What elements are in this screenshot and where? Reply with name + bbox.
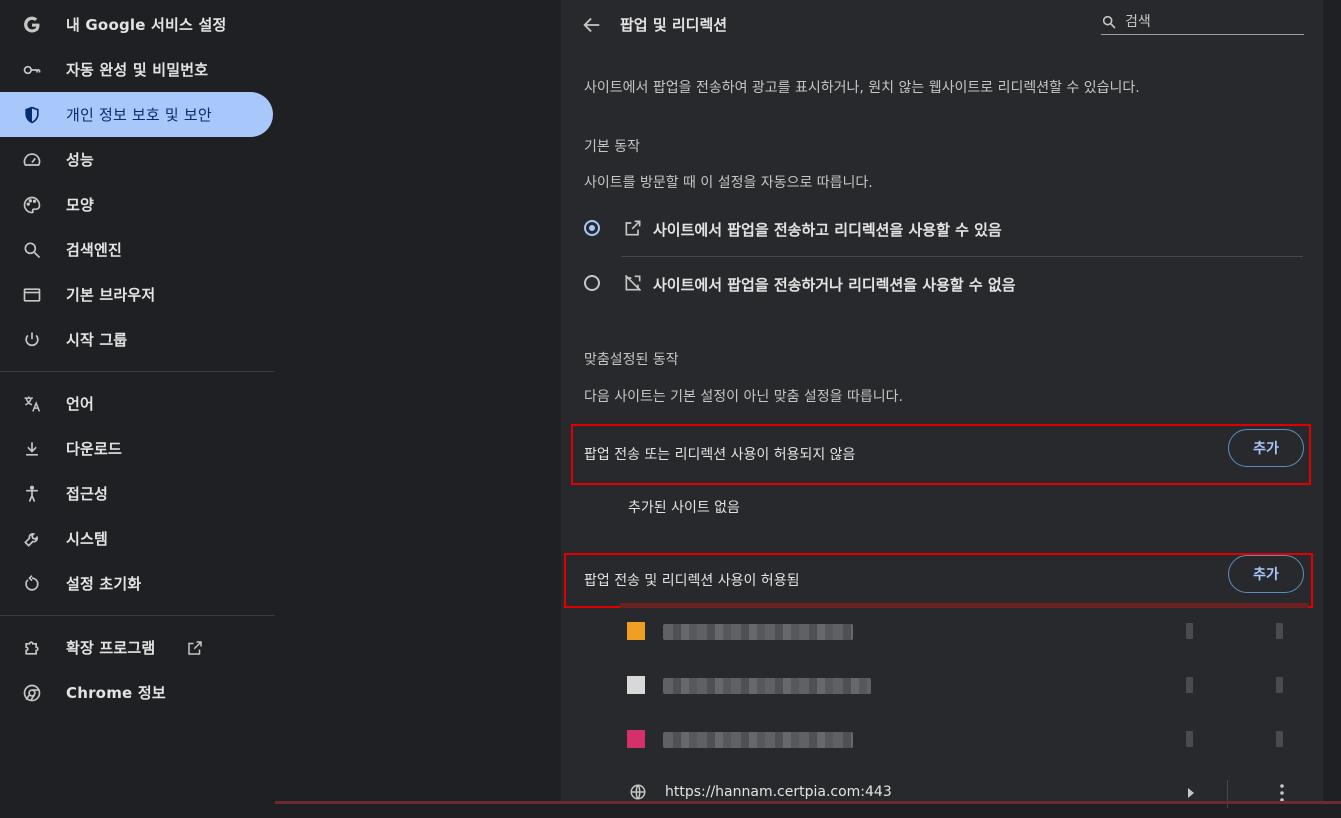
sidebar-item-label: 언어 xyxy=(66,395,95,413)
sidebar-item-search-engine[interactable]: 검색엔진 xyxy=(0,227,273,272)
radio-allow-popups[interactable]: 사이트에서 팝업을 전송하고 리디렉션을 사용할 수 있음 xyxy=(583,209,1303,249)
sidebar-item-label: 개인 정보 보호 및 보안 xyxy=(66,106,212,124)
radio-button-checked[interactable] xyxy=(584,220,600,236)
sidebar-item-label: 시스템 xyxy=(66,530,109,548)
obscured-more xyxy=(1276,623,1283,639)
sidebar-divider xyxy=(0,371,275,372)
translate-icon xyxy=(21,393,43,415)
sidebar-item-label: 시작 그룹 xyxy=(66,331,128,349)
browser-window-icon xyxy=(21,284,43,306)
sidebar-item-label: 내 Google 서비스 설정 xyxy=(66,16,227,34)
settings-sidebar: 내 Google 서비스 설정 자동 완성 및 비밀번호 개인 정보 보호 및 … xyxy=(0,0,275,804)
obscured-site-url xyxy=(663,678,871,694)
sidebar-item-label: 검색엔진 xyxy=(66,241,123,259)
custom-behavior-subtitle: 다음 사이트는 기본 설정이 아닌 맞춤 설정을 따릅니다. xyxy=(584,389,903,405)
sidebar-item-languages[interactable]: 언어 xyxy=(0,381,273,426)
chrome-icon xyxy=(21,682,43,704)
sidebar-item-label: 성능 xyxy=(66,151,95,169)
key-icon xyxy=(21,59,43,81)
shield-icon xyxy=(21,104,43,126)
sidebar-item-system[interactable]: 시스템 xyxy=(0,516,273,561)
blocked-section-title: 팝업 전송 또는 리디렉션 사용이 허용되지 않음 xyxy=(584,447,856,463)
sidebar-item-downloads[interactable]: 다운로드 xyxy=(0,426,273,471)
allowed-section-title: 팝업 전송 및 리디렉션 사용이 허용됨 xyxy=(584,573,800,589)
add-allowed-site-button[interactable]: 추가 xyxy=(1228,555,1304,593)
obscured-site-url xyxy=(663,624,853,640)
page-header: 팝업 및 리디렉션 xyxy=(561,0,1323,50)
arrow-right-icon[interactable] xyxy=(1187,788,1195,798)
page-title: 팝업 및 리디렉션 xyxy=(620,16,728,34)
sidebar-item-label: 자동 완성 및 비밀번호 xyxy=(66,61,209,79)
accessibility-icon xyxy=(21,483,43,505)
site-favicon xyxy=(627,730,645,748)
sidebar-item-performance[interactable]: 성능 xyxy=(0,137,273,182)
sidebar-divider xyxy=(0,615,275,616)
radio-block-popups[interactable]: 사이트에서 팝업을 전송하거나 리디렉션을 사용할 수 없음 xyxy=(583,264,1303,304)
radio-label: 사이트에서 팝업을 전송하거나 리디렉션을 사용할 수 없음 xyxy=(653,276,1016,294)
site-url: https://hannam.certpia.com:443 xyxy=(665,784,892,800)
sidebar-item-label: 모양 xyxy=(66,196,95,214)
reset-icon xyxy=(21,573,43,595)
obscured-site-url xyxy=(663,732,853,748)
radio-label: 사이트에서 팝업을 전송하고 리디렉션을 사용할 수 있음 xyxy=(653,221,1002,239)
blocked-empty-message: 추가된 사이트 없음 xyxy=(628,500,740,516)
google-icon xyxy=(21,14,43,36)
site-favicon xyxy=(627,676,645,694)
popup-blocked-icon xyxy=(624,274,642,292)
add-blocked-site-button[interactable]: 추가 xyxy=(1228,429,1304,467)
sidebar-item-label: 접근성 xyxy=(66,485,109,503)
sidebar-item-default-browser[interactable]: 기본 브라우저 xyxy=(0,272,273,317)
sidebar-item-label: 기본 브라우저 xyxy=(66,286,156,304)
sidebar-item-about-chrome[interactable]: Chrome 정보 xyxy=(0,670,273,715)
globe-icon xyxy=(630,784,646,800)
popups-settings-panel: 팝업 및 리디렉션 사이트에서 팝업을 전송하여 광고를 표시하거나, 원치 않… xyxy=(561,0,1323,808)
default-behavior-subtitle: 사이트를 방문할 때 이 설정을 자동으로 따릅니다. xyxy=(584,175,873,191)
obscured-more xyxy=(1276,731,1283,747)
obscured-arrow xyxy=(1186,677,1193,693)
sidebar-item-privacy-security[interactable]: 개인 정보 보호 및 보안 xyxy=(0,92,273,137)
page-description: 사이트에서 팝업을 전송하여 광고를 표시하거나, 원치 않는 웹사이트로 리디… xyxy=(584,80,1140,96)
sidebar-item-label: 설정 초기화 xyxy=(66,575,142,593)
obscured-arrow xyxy=(1186,731,1193,747)
speedometer-icon xyxy=(21,149,43,171)
list-item-site[interactable]: https://hannam.certpia.com:443 xyxy=(623,770,1303,818)
puzzle-icon xyxy=(21,637,43,659)
power-icon xyxy=(21,329,43,351)
download-icon xyxy=(21,438,43,460)
sidebar-item-accessibility[interactable]: 접근성 xyxy=(0,471,273,516)
default-behavior-heading: 기본 동작 xyxy=(584,139,640,155)
right-gutter xyxy=(1323,0,1341,804)
search-icon xyxy=(21,239,43,261)
obscured-arrow xyxy=(1186,623,1193,639)
open-in-new-icon xyxy=(625,220,641,236)
list-item-site-obscured[interactable] xyxy=(623,661,1303,709)
sidebar-item-autofill[interactable]: 자동 완성 및 비밀번호 xyxy=(0,47,273,92)
sidebar-item-extensions[interactable]: 확장 프로그램 xyxy=(0,625,273,670)
sidebar-item-appearance[interactable]: 모양 xyxy=(0,182,273,227)
sidebar-item-label: 다운로드 xyxy=(66,440,123,458)
radio-button-unchecked[interactable] xyxy=(584,275,600,291)
sidebar-item-google-services[interactable]: 내 Google 서비스 설정 xyxy=(0,2,273,47)
sidebar-item-label: 확장 프로그램 xyxy=(66,639,156,657)
site-favicon xyxy=(627,622,645,640)
list-item-site-obscured[interactable] xyxy=(623,607,1303,655)
palette-icon xyxy=(21,194,43,216)
settings-search[interactable] xyxy=(1101,10,1307,35)
list-item-site-obscured[interactable] xyxy=(623,715,1303,763)
search-icon xyxy=(1102,15,1116,29)
obscured-more xyxy=(1276,677,1283,693)
options-divider xyxy=(621,256,1303,257)
open-in-new-icon xyxy=(188,640,202,655)
wrench-icon xyxy=(21,528,43,550)
search-input[interactable] xyxy=(1123,10,1307,34)
sidebar-item-label: Chrome 정보 xyxy=(66,684,166,702)
sidebar-item-on-startup[interactable]: 시작 그룹 xyxy=(0,317,273,362)
sidebar-item-reset-settings[interactable]: 설정 초기화 xyxy=(0,561,273,606)
custom-behavior-heading: 맞춤설정된 동작 xyxy=(584,352,679,368)
back-arrow-icon[interactable] xyxy=(581,14,603,36)
